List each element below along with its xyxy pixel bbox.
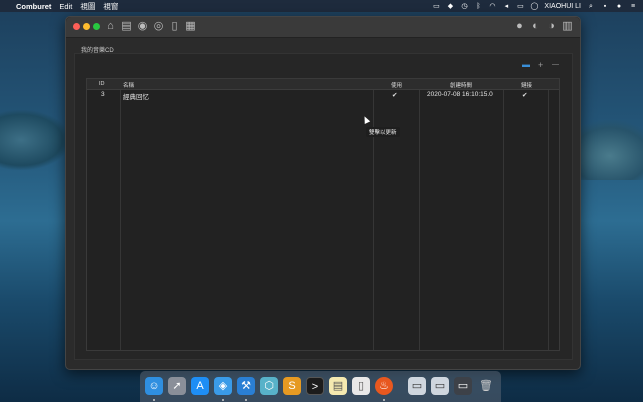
settings-disc-icon[interactable]: ◐ — [529, 20, 542, 33]
cd-table[interactable]: ID 名稱 使用 創建時間 鏈接 3 經典回忆 ✔ 2020-07-08 16:… — [86, 78, 560, 351]
note-icon[interactable]: ▦ — [184, 20, 197, 33]
battery-icon[interactable]: ▭ — [516, 3, 524, 10]
bird-icon[interactable]: ◆ — [446, 3, 454, 10]
col-header-used[interactable]: 使用 — [391, 81, 402, 89]
cell-used-checkmark[interactable]: ✔ — [392, 91, 397, 99]
wallpaper-island-left — [0, 110, 70, 170]
menu-window[interactable]: 視窗 — [103, 1, 118, 12]
app-store-icon[interactable]: A — [191, 377, 209, 395]
archive-icon[interactable]: ▥ — [561, 20, 574, 33]
running-indicator — [245, 399, 247, 401]
siri-icon[interactable]: ● — [615, 3, 623, 10]
time-machine-icon[interactable]: ◷ — [460, 3, 468, 10]
search-icon[interactable]: ⌕ — [587, 3, 595, 10]
column-divider — [503, 79, 504, 350]
window-thumbnail-3-icon[interactable]: ▭ — [454, 377, 472, 395]
col-header-name[interactable]: 名稱 — [123, 81, 134, 89]
trash-icon[interactable]: 🗑 — [477, 377, 495, 395]
menu-bar: Comburet Edit 視圖 視窗 ▭ ◆ ◷ ᛒ ◠ ◂ ▭ ◯ XIAO… — [0, 0, 643, 12]
bluetooth-icon[interactable]: ᛒ — [474, 3, 482, 10]
remove-button[interactable]: — — [552, 60, 559, 70]
table-header: ID 名稱 使用 創建時間 鏈接 — [87, 79, 559, 90]
menu-edit[interactable]: Edit — [59, 2, 72, 11]
cell-name: 經典回忆 — [123, 94, 149, 101]
screen-icon[interactable]: ▭ — [432, 3, 440, 10]
col-header-id[interactable]: ID — [99, 81, 105, 87]
volume-icon[interactable]: ◂ — [502, 3, 510, 10]
menu-app-name[interactable]: Comburet — [16, 2, 51, 11]
launchpad-icon[interactable]: ➚ — [168, 377, 186, 395]
menu-view[interactable]: 視圖 — [80, 1, 95, 12]
column-divider — [419, 79, 420, 350]
cell-id: 3 — [101, 91, 105, 98]
window-toolbar: ⌂ ▤ ◉ ◎ ▯ ▦ ● ◐ ◑ ▥ — [66, 17, 580, 38]
col-header-created[interactable]: 創建時間 — [450, 81, 472, 89]
sync-icon[interactable]: ◑ — [545, 20, 558, 33]
status-area: ▭ ◆ ◷ ᛒ ◠ ◂ ▭ ◯ XIAOHUI LI ⌕ ▪ ● ≡ — [432, 0, 637, 12]
wifi-icon[interactable]: ◠ — [488, 3, 496, 10]
running-indicator — [153, 399, 155, 401]
cell-linked-checkmark[interactable]: ✔ — [522, 91, 527, 99]
view-toggle-button[interactable]: ▬ — [522, 60, 530, 70]
safari-icon[interactable]: ◈ — [214, 377, 232, 395]
dock: ☺ ➚ A ◈ ⚒ ⬡ S > ▤ ▯ ♨ ▭ ▭ ▭ 🗑 — [140, 371, 501, 402]
hexagon-app-icon[interactable]: ⬡ — [260, 377, 278, 395]
comburet-icon[interactable]: ♨ — [375, 377, 393, 395]
sublime-icon[interactable]: S — [283, 377, 301, 395]
tooltip: 雙擊以更新 — [366, 127, 400, 137]
add-button[interactable]: + — [538, 60, 543, 70]
column-divider — [373, 79, 374, 350]
minimize-button[interactable] — [83, 23, 90, 30]
column-divider — [120, 79, 121, 350]
document-icon[interactable]: ▯ — [168, 20, 181, 33]
close-button[interactable] — [73, 23, 80, 30]
window-thumbnail-2-icon[interactable]: ▭ — [431, 377, 449, 395]
app-window: ⌂ ▤ ◉ ◎ ▯ ▦ ● ◐ ◑ ▥ 我的音樂CD ▬ + — ID 名稱 使… — [65, 16, 581, 370]
col-header-linked[interactable]: 鏈接 — [521, 81, 532, 89]
notes-icon[interactable]: ▤ — [120, 20, 133, 33]
table-row[interactable]: 3 經典回忆 ✔ 2020-07-08 16:10:15.0 ✔ — [87, 90, 559, 101]
running-indicator — [383, 399, 385, 401]
flag-icon[interactable]: ▪ — [601, 3, 609, 10]
preview-icon[interactable]: ▯ — [352, 377, 370, 395]
disc-icon[interactable]: ◉ — [136, 20, 149, 33]
person-icon[interactable]: ● — [513, 20, 526, 33]
disc2-icon[interactable]: ◎ — [152, 20, 165, 33]
finder-icon[interactable]: ☺ — [145, 377, 163, 395]
window-thumbnail-1-icon[interactable]: ▭ — [408, 377, 426, 395]
cell-created: 2020-07-08 16:10:15.0 — [427, 91, 493, 98]
terminal-icon[interactable]: > — [306, 377, 324, 395]
running-indicator — [222, 399, 224, 401]
control-center-icon[interactable]: ≡ — [629, 3, 637, 10]
home-icon[interactable]: ⌂ — [104, 20, 117, 33]
zoom-button[interactable] — [93, 23, 100, 30]
column-divider — [548, 79, 549, 350]
xcode-icon[interactable]: ⚒ — [237, 377, 255, 395]
clock-icon[interactable]: ◯ — [530, 3, 539, 10]
notes-app-icon[interactable]: ▤ — [329, 377, 347, 395]
user-name[interactable]: XIAOHUI LI — [544, 3, 581, 10]
